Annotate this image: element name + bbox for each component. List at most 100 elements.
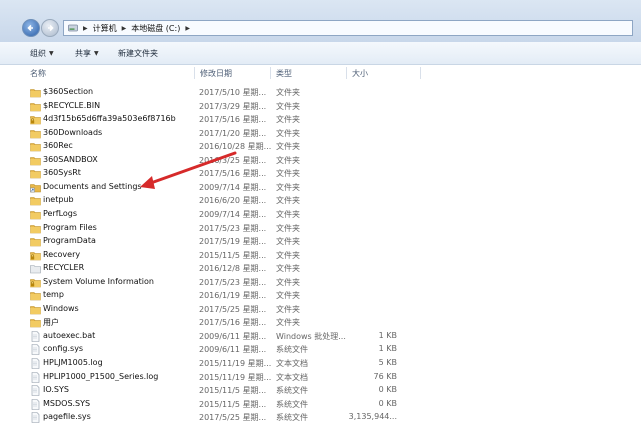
file-name: PerfLogs bbox=[43, 208, 78, 218]
file-row[interactable]: 4d3f15b65d6ffa39a503e6f8716b 2017/5/16 星期… bbox=[0, 113, 641, 126]
file-name: ProgramData bbox=[43, 236, 96, 246]
file-size: 1 KB bbox=[378, 344, 397, 354]
modified-date: 2017/3/29 星期... bbox=[199, 101, 267, 111]
file-size: 0 KB bbox=[378, 398, 397, 408]
command-bar: 组织 ▼ 共享 ▼ 新建文件夹 bbox=[0, 42, 641, 65]
file-row[interactable]: Program Files 2017/5/23 星期... 文件夹 bbox=[0, 222, 641, 235]
breadcrumb-local-disk[interactable]: 本地磁盘 (C:) bbox=[131, 23, 180, 34]
locked-folder-icon bbox=[30, 250, 41, 261]
file-size: 5 KB bbox=[378, 358, 397, 367]
modified-date: 2016/1/19 星期... bbox=[199, 291, 267, 301]
modified-date: 2009/7/14 星期... bbox=[199, 209, 267, 219]
file-size: 1 KB bbox=[378, 330, 397, 340]
share-label: 共享 bbox=[75, 48, 91, 58]
file-name: 360SANDBOX bbox=[43, 154, 98, 164]
file-type: 文件夹 bbox=[276, 318, 300, 328]
modified-date: 2017/5/23 星期... bbox=[199, 277, 267, 287]
modified-date: 2017/5/16 星期... bbox=[199, 169, 267, 179]
file-type: 文件夹 bbox=[276, 223, 300, 233]
file-type: 文件夹 bbox=[276, 142, 300, 152]
column-divider[interactable] bbox=[270, 67, 271, 79]
corner-fade bbox=[521, 331, 641, 421]
folder-icon bbox=[30, 317, 41, 328]
file-name: 360Downloads bbox=[43, 127, 103, 137]
file-row[interactable]: $RECYCLE.BIN 2017/3/29 星期... 文件夹 bbox=[0, 100, 641, 113]
file-type: 文件夹 bbox=[276, 169, 300, 179]
file-name: System Volume Information bbox=[43, 276, 154, 286]
file-name: RECYCLER bbox=[43, 263, 85, 273]
share-button[interactable]: 共享 ▼ bbox=[75, 42, 99, 64]
file-row[interactable]: 360Rec 2016/10/28 星期... 文件夹 bbox=[0, 140, 641, 153]
column-date[interactable]: 修改日期 bbox=[200, 68, 232, 79]
new-folder-label: 新建文件夹 bbox=[118, 48, 158, 58]
file-row[interactable]: Windows 2017/5/25 星期... 文件夹 bbox=[0, 303, 641, 316]
modified-date: 2017/5/25 星期... bbox=[199, 304, 267, 314]
column-type[interactable]: 类型 bbox=[276, 68, 292, 79]
back-arrow-icon[interactable] bbox=[22, 19, 40, 37]
file-row[interactable]: 360SysRt 2017/5/16 星期... 文件夹 bbox=[0, 167, 641, 180]
file-row[interactable]: Recovery 2015/11/5 星期... 文件夹 bbox=[0, 249, 641, 262]
chevron-right-icon: ▶ bbox=[121, 24, 127, 32]
modified-date: 2017/1/20 星期... bbox=[199, 128, 267, 138]
file-size: 76 KB bbox=[373, 371, 397, 381]
chevron-right-icon: ▶ bbox=[83, 24, 88, 32]
file-name: 360SysRt bbox=[43, 168, 81, 178]
file-row[interactable]: 用户 2017/5/16 星期... 文件夹 bbox=[0, 316, 641, 329]
file-row[interactable]: RECYCLER 2016/12/8 星期... 文件夹 bbox=[0, 262, 641, 275]
column-header: 名称 修改日期 类型 大小 bbox=[22, 66, 641, 80]
file-icon bbox=[30, 358, 41, 369]
file-row[interactable]: 360Downloads 2017/1/20 星期... 文件夹 bbox=[0, 127, 641, 140]
file-row[interactable]: $360Section 2017/5/10 星期... 文件夹 bbox=[0, 86, 641, 99]
file-icon bbox=[30, 398, 41, 410]
file-type: 文件夹 bbox=[276, 101, 300, 111]
column-divider[interactable] bbox=[346, 67, 347, 79]
file-name: config.sys bbox=[43, 344, 84, 354]
folder-icon bbox=[30, 87, 41, 98]
breadcrumb[interactable]: ▶ 计算机 ▶ 本地磁盘 (C:) ▶ bbox=[63, 20, 633, 36]
file-type: 文件夹 bbox=[276, 209, 300, 219]
file-name: $360Section bbox=[43, 87, 94, 96]
folder-icon bbox=[30, 168, 41, 179]
folder-shortcut-icon bbox=[30, 182, 41, 193]
file-row[interactable]: temp 2016/1/19 星期... 文件夹 bbox=[0, 289, 641, 302]
file-row[interactable]: PerfLogs 2009/7/14 星期... 文件夹 bbox=[0, 208, 641, 221]
file-name: $RECYCLE.BIN bbox=[43, 100, 101, 110]
file-name: autoexec.bat bbox=[43, 330, 96, 340]
modified-date: 2016/10/28 星期... bbox=[199, 142, 271, 152]
column-divider[interactable] bbox=[420, 67, 421, 79]
file-name: Recovery bbox=[43, 249, 81, 259]
column-name[interactable]: 名称 bbox=[30, 68, 46, 79]
organize-button[interactable]: 组织 ▼ bbox=[30, 42, 54, 64]
file-row[interactable]: inetpub 2016/6/20 星期... 文件夹 bbox=[0, 194, 641, 207]
file-type: 文件夹 bbox=[276, 277, 300, 287]
file-type: 文件夹 bbox=[276, 237, 300, 247]
file-icon bbox=[30, 331, 41, 342]
file-icon bbox=[30, 385, 41, 396]
modified-date: 2015/11/5 星期... bbox=[199, 250, 267, 260]
file-type: 文件夹 bbox=[276, 304, 300, 314]
folder-icon bbox=[30, 141, 41, 152]
column-size[interactable]: 大小 bbox=[352, 68, 368, 79]
modified-date: 2015/11/19 星期... bbox=[199, 372, 271, 382]
folder-icon bbox=[30, 128, 41, 139]
forward-arrow-icon[interactable] bbox=[41, 19, 59, 37]
file-row[interactable]: Documents and Settings 2009/7/14 星期... 文件夹 bbox=[0, 181, 641, 194]
folder-icon bbox=[30, 236, 41, 247]
folder-icon bbox=[30, 195, 41, 206]
file-row[interactable]: 360SANDBOX 2016/3/25 星期... 文件夹 bbox=[0, 154, 641, 167]
file-icon bbox=[30, 344, 41, 356]
file-type: 文件夹 bbox=[276, 182, 300, 192]
new-folder-button[interactable]: 新建文件夹 bbox=[118, 42, 158, 64]
file-name: pagefile.sys bbox=[43, 412, 91, 422]
file-row[interactable]: ProgramData 2017/5/19 星期... 文件夹 bbox=[0, 235, 641, 248]
file-name: 4d3f15b65d6ffa39a503e6f8716b bbox=[43, 114, 176, 124]
modified-date: 2017/5/19 星期... bbox=[199, 237, 267, 247]
column-divider[interactable] bbox=[194, 67, 195, 79]
modified-date: 2009/7/14 星期... bbox=[199, 182, 267, 192]
file-type: 文件夹 bbox=[276, 196, 300, 206]
file-row[interactable]: System Volume Information 2017/5/23 星期...… bbox=[0, 276, 641, 289]
breadcrumb-computer[interactable]: 计算机 bbox=[93, 23, 117, 34]
chevron-down-icon: ▼ bbox=[49, 49, 54, 57]
address-bar: ▶ 计算机 ▶ 本地磁盘 (C:) ▶ bbox=[0, 0, 641, 43]
folder-icon bbox=[30, 209, 41, 220]
